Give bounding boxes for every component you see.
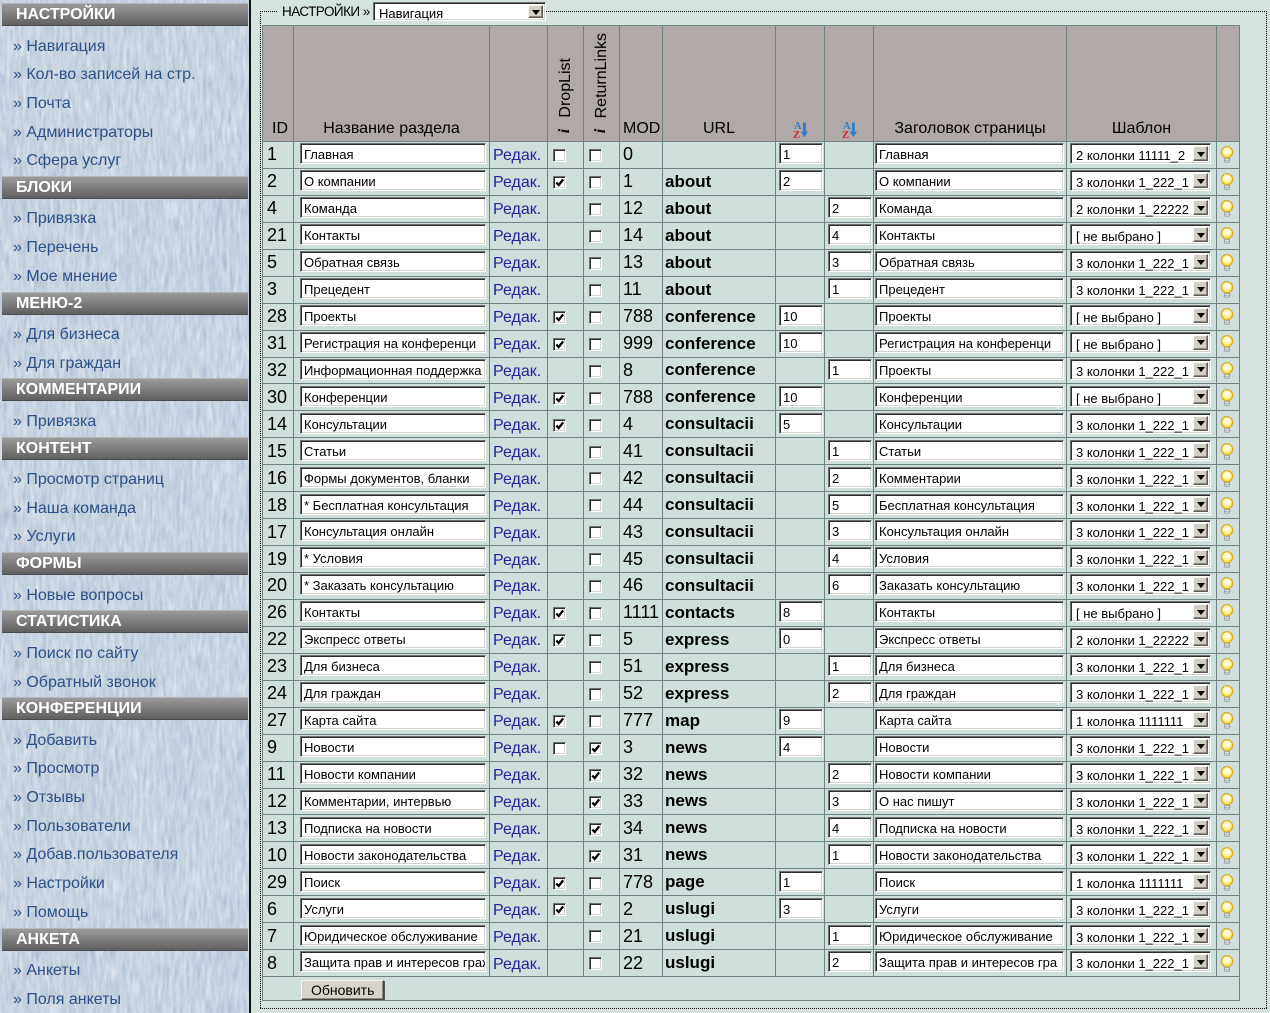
svg-text:Z: Z — [842, 130, 849, 138]
svg-text:Z: Z — [793, 130, 800, 138]
